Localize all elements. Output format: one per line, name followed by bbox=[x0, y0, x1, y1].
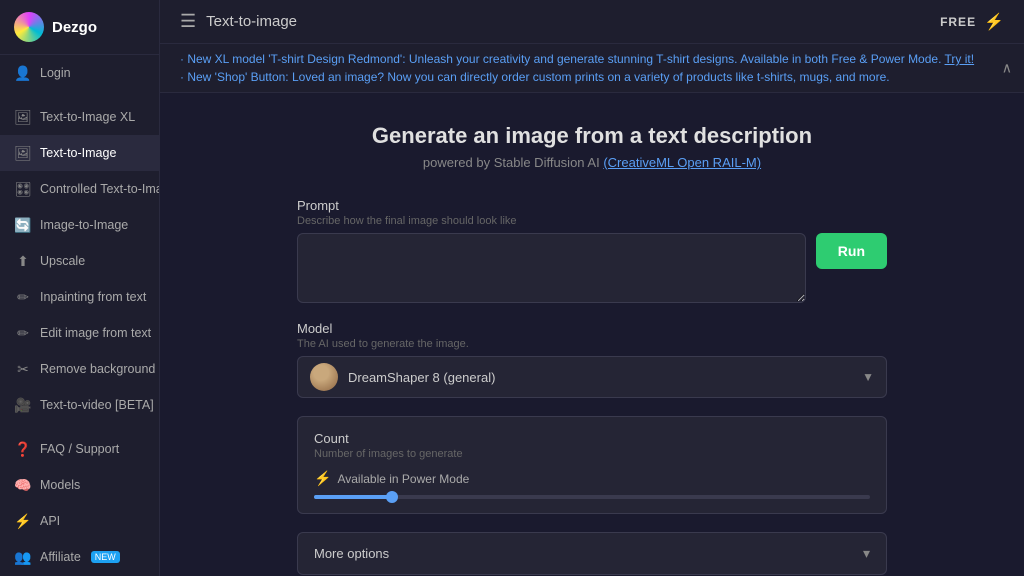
sidebar-item-faq[interactable]: ❓ FAQ / Support bbox=[0, 431, 159, 467]
header-title: Text-to-image bbox=[206, 13, 297, 30]
image-xl-icon: 🖼 bbox=[14, 108, 32, 126]
sidebar-item-label: Text-to-Image XL bbox=[40, 110, 135, 124]
model-select[interactable]: DreamShaper 8 (general) ▼ bbox=[297, 356, 887, 398]
logo-text: Dezgo bbox=[52, 19, 97, 36]
sidebar-item-label: Text-to-video [BETA] bbox=[40, 398, 154, 412]
page-subtitle: powered by Stable Diffusion AI (Creative… bbox=[372, 155, 812, 170]
model-name: DreamShaper 8 (general) bbox=[348, 370, 862, 385]
image-icon: 🖼 bbox=[14, 144, 32, 162]
count-slider-track bbox=[314, 495, 870, 499]
plan-badge: FREE bbox=[940, 15, 976, 29]
prompt-input[interactable] bbox=[297, 233, 806, 303]
count-slider-fill bbox=[314, 495, 397, 499]
user-icon: 👤 bbox=[14, 64, 32, 82]
prompt-label: Prompt bbox=[297, 198, 887, 213]
upscale-icon: ⬆ bbox=[14, 252, 32, 270]
sidebar-item-label: Inpainting from text bbox=[40, 290, 146, 304]
sidebar-item-label: Edit image from text bbox=[40, 326, 151, 340]
affiliate-icon: 👥 bbox=[14, 548, 32, 566]
count-slider-thumb[interactable] bbox=[386, 491, 398, 503]
sidebar-item-models[interactable]: 🧠 Models bbox=[0, 467, 159, 503]
model-group: Model The AI used to generate the image.… bbox=[297, 321, 887, 398]
sidebar-logo: Dezgo bbox=[0, 0, 159, 55]
main-area: ☰ Text-to-image FREE ⚡ · New XL model 'T… bbox=[160, 0, 1024, 576]
sidebar-item-label: Models bbox=[40, 478, 80, 492]
edit-image-icon: ✏ bbox=[14, 324, 32, 342]
header: ☰ Text-to-image FREE ⚡ bbox=[160, 0, 1024, 44]
announcement-line1: · New XL model 'T-shirt Design Redmond':… bbox=[180, 50, 1004, 68]
sidebar-item-label: FAQ / Support bbox=[40, 442, 119, 456]
models-icon: 🧠 bbox=[14, 476, 32, 494]
sidebar-item-label: Remove background bbox=[40, 362, 155, 376]
sidebar-item-text-to-image-xl[interactable]: 🖼 Text-to-Image XL bbox=[0, 99, 159, 135]
prompt-group: Prompt Describe how the final image shou… bbox=[297, 198, 887, 303]
count-group: Count Number of images to generate ⚡ Ava… bbox=[297, 416, 887, 514]
sidebar-item-upscale[interactable]: ⬆ Upscale bbox=[0, 243, 159, 279]
prompt-row: Run bbox=[297, 233, 887, 303]
chevron-down-icon: ▼ bbox=[862, 370, 874, 384]
sidebar-item-api[interactable]: ⚡ API bbox=[0, 503, 159, 539]
page-heading: Generate an image from a text descriptio… bbox=[372, 123, 812, 170]
affiliate-badge: NEW bbox=[91, 551, 120, 563]
hamburger-icon[interactable]: ☰ bbox=[180, 11, 196, 32]
model-avatar bbox=[310, 363, 338, 391]
stable-diffusion-link[interactable]: (CreativeML Open RAIL-M) bbox=[603, 155, 761, 170]
sidebar-item-label: Affiliate bbox=[40, 550, 81, 564]
sidebar-item-affiliate[interactable]: 👥 Affiliate NEW bbox=[0, 539, 159, 575]
header-left: ☰ Text-to-image bbox=[180, 11, 297, 32]
sidebar-item-controlled-text-to-image[interactable]: 🎛 Controlled Text-to-Image bbox=[0, 171, 159, 207]
bolt-icon: ⚡ bbox=[984, 12, 1004, 32]
run-button[interactable]: Run bbox=[816, 233, 887, 269]
sidebar-item-text-to-image[interactable]: 🖼 Text-to-Image bbox=[0, 135, 159, 171]
logo-icon bbox=[14, 12, 44, 42]
announcement-link[interactable]: Try it! bbox=[945, 52, 975, 66]
sidebar-item-label: Image-to-Image bbox=[40, 218, 128, 232]
controlled-icon: 🎛 bbox=[14, 180, 32, 198]
power-mode-text: Available in Power Mode bbox=[337, 472, 469, 486]
count-box: Count Number of images to generate ⚡ Ava… bbox=[297, 416, 887, 514]
sidebar-item-inpainting-from-text[interactable]: ✏ Inpainting from text bbox=[0, 279, 159, 315]
sidebar-item-edit-image-from-text[interactable]: ✏ Edit image from text bbox=[0, 315, 159, 351]
form-container: Prompt Describe how the final image shou… bbox=[297, 198, 887, 575]
remove-bg-icon: ✂ bbox=[14, 360, 32, 378]
sidebar-item-label: Upscale bbox=[40, 254, 85, 268]
more-options-label: More options bbox=[314, 546, 389, 561]
sidebar-item-remove-background[interactable]: ✂ Remove background bbox=[0, 351, 159, 387]
count-label: Count bbox=[314, 431, 870, 446]
image-to-image-icon: 🔄 bbox=[14, 216, 32, 234]
power-bolt-icon: ⚡ bbox=[314, 470, 331, 487]
faq-icon: ❓ bbox=[14, 440, 32, 458]
power-mode-row: ⚡ Available in Power Mode bbox=[314, 470, 870, 487]
model-avatar-image bbox=[310, 363, 338, 391]
sidebar-item-label: Login bbox=[40, 66, 71, 80]
announcement-close-button[interactable]: ∧ bbox=[1002, 58, 1012, 79]
sidebar: Dezgo 👤 Login 🖼 Text-to-Image XL 🖼 Text-… bbox=[0, 0, 160, 576]
announcement-line2: · New 'Shop' Button: Loved an image? Now… bbox=[180, 68, 1004, 86]
model-hint: The AI used to generate the image. bbox=[297, 338, 887, 350]
sidebar-item-image-to-image[interactable]: 🔄 Image-to-Image bbox=[0, 207, 159, 243]
page-title: Generate an image from a text descriptio… bbox=[372, 123, 812, 149]
header-right: FREE ⚡ bbox=[940, 12, 1004, 32]
page-subtitle-text: powered by Stable Diffusion AI bbox=[423, 155, 600, 170]
prompt-hint: Describe how the final image should look… bbox=[297, 215, 887, 227]
video-icon: 🎥 bbox=[14, 396, 32, 414]
sidebar-item-login[interactable]: 👤 Login bbox=[0, 55, 159, 91]
count-hint: Number of images to generate bbox=[314, 448, 870, 460]
sidebar-item-text-to-video[interactable]: 🎥 Text-to-video [BETA] bbox=[0, 387, 159, 423]
api-icon: ⚡ bbox=[14, 512, 32, 530]
inpainting-icon: ✏ bbox=[14, 288, 32, 306]
sidebar-item-label: Text-to-Image bbox=[40, 146, 116, 160]
chevron-down-icon: ▾ bbox=[863, 545, 870, 562]
sidebar-item-label: API bbox=[40, 514, 60, 528]
more-options-toggle[interactable]: More options ▾ bbox=[297, 532, 887, 575]
content-area: Generate an image from a text descriptio… bbox=[160, 93, 1024, 576]
model-label: Model bbox=[297, 321, 887, 336]
sidebar-item-label: Controlled Text-to-Image bbox=[40, 182, 160, 196]
announcement-bar: · New XL model 'T-shirt Design Redmond':… bbox=[160, 44, 1024, 93]
